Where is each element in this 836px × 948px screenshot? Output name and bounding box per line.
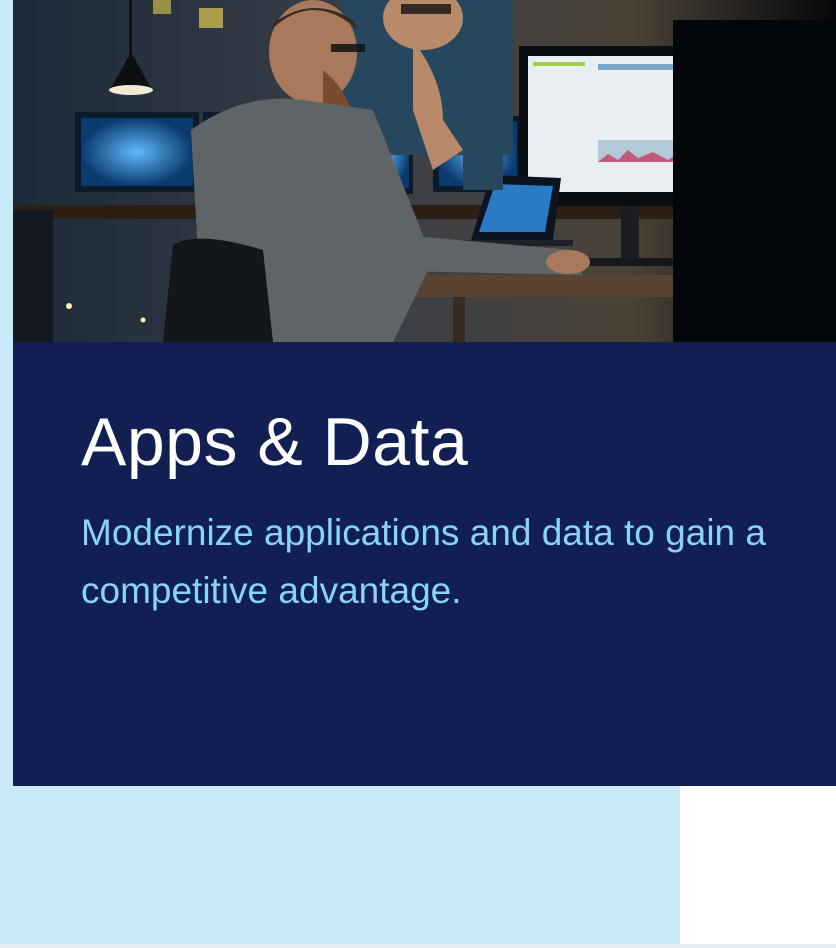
hero-photo bbox=[13, 0, 836, 342]
page-bottom-border bbox=[0, 944, 836, 948]
card-title: Apps & Data bbox=[81, 404, 469, 480]
card-subtitle: Modernize applications and data to gain … bbox=[81, 512, 766, 611]
office-photo-icon bbox=[13, 0, 836, 342]
decorative-white-block bbox=[680, 786, 836, 944]
card-text: Apps & Data Modernize applications and d… bbox=[81, 402, 781, 620]
apps-data-card[interactable]: Apps & Data Modernize applications and d… bbox=[13, 0, 836, 786]
